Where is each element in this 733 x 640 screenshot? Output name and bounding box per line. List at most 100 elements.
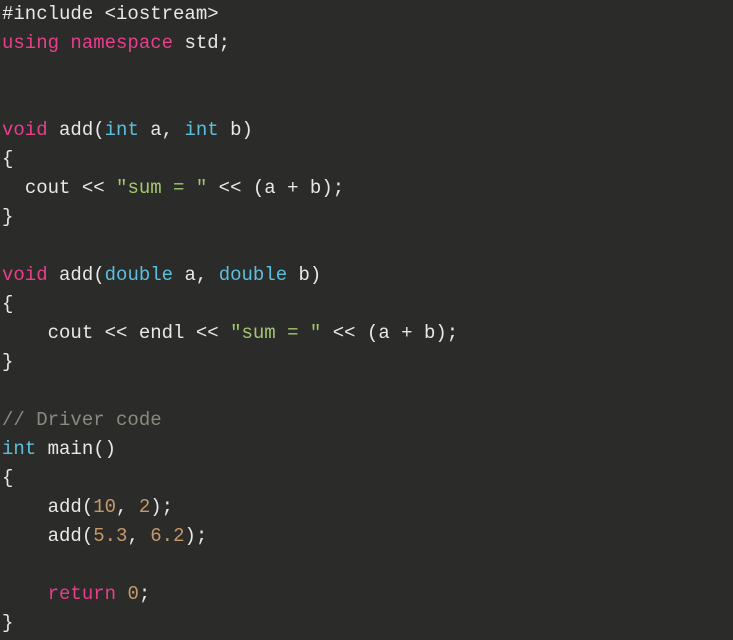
code-token-number: 6.2 — [150, 525, 184, 547]
code-line: cout << "sum = " << (a + b); — [2, 177, 344, 199]
code-token-ident: cout — [25, 177, 71, 199]
code-token-keyword: return — [48, 583, 116, 605]
code-line: } — [2, 612, 13, 634]
code-line: return 0; — [2, 583, 150, 605]
code-token-op: << — [333, 322, 356, 344]
code-token-default — [36, 438, 47, 460]
code-line: cout << endl << "sum = " << (a + b); — [2, 322, 458, 344]
code-line: { — [2, 293, 13, 315]
code-token-default — [2, 583, 48, 605]
code-token-default — [413, 322, 424, 344]
code-token-default — [173, 119, 184, 141]
code-token-number: 5.3 — [93, 525, 127, 547]
code-token-default — [48, 264, 59, 286]
code-line: void add(double a, double b) — [2, 264, 321, 286]
code-line: { — [2, 467, 13, 489]
code-token-op: << — [82, 177, 105, 199]
code-token-default — [2, 177, 25, 199]
code-token-ident: add — [48, 496, 82, 518]
code-token-number: 10 — [93, 496, 116, 518]
code-token-default — [2, 525, 48, 547]
code-token-default — [59, 32, 70, 54]
code-token-paren: ) — [321, 177, 332, 199]
code-token-brace: } — [2, 351, 13, 373]
code-token-type: double — [105, 264, 173, 286]
code-token-ident: b — [310, 177, 321, 199]
code-token-ident: a — [184, 264, 195, 286]
code-token-paren: ( — [93, 119, 104, 141]
code-line: } — [2, 351, 13, 373]
code-token-preproc: #include <iostream> — [2, 3, 219, 25]
code-token-default — [219, 119, 230, 141]
code-line: } — [2, 206, 13, 228]
code-token-keyword: void — [2, 119, 48, 141]
code-token-ident: b — [299, 264, 310, 286]
code-token-comment: // Driver code — [2, 409, 162, 431]
code-token-type: double — [219, 264, 287, 286]
code-token-op: + — [287, 177, 298, 199]
code-token-default — [2, 496, 48, 518]
code-token-ident: main — [48, 438, 94, 460]
code-line: add(10, 2); — [2, 496, 173, 518]
code-token-default — [356, 322, 367, 344]
code-token-default — [139, 525, 150, 547]
code-token-default — [207, 264, 218, 286]
code-token-op: + — [401, 322, 412, 344]
code-token-ident: b — [230, 119, 241, 141]
code-token-brace: } — [2, 612, 13, 634]
code-token-number: 0 — [127, 583, 138, 605]
code-token-default — [139, 119, 150, 141]
code-token-punct: ; — [333, 177, 344, 199]
code-token-paren: ) — [184, 525, 195, 547]
code-token-default — [390, 322, 401, 344]
code-line: // Driver code — [2, 409, 162, 431]
code-token-ident: std — [184, 32, 218, 54]
code-token-punct: ; — [139, 583, 150, 605]
code-token-ident: add — [59, 264, 93, 286]
code-token-default — [241, 177, 252, 199]
code-token-punct: , — [196, 264, 207, 286]
code-token-op: << — [219, 177, 242, 199]
code-token-punct: , — [162, 119, 173, 141]
code-token-default — [173, 32, 184, 54]
code-token-string: "sum = " — [116, 177, 207, 199]
code-token-type: int — [2, 438, 36, 460]
code-token-keyword: using — [2, 32, 59, 54]
code-token-default — [207, 177, 218, 199]
code-line: void add(int a, int b) — [2, 119, 253, 141]
code-token-keyword: namespace — [70, 32, 173, 54]
code-token-default — [127, 496, 138, 518]
code-token-default — [173, 264, 184, 286]
code-token-ident: cout — [48, 322, 94, 344]
code-token-default — [105, 177, 116, 199]
code-token-default — [48, 119, 59, 141]
code-token-default — [184, 322, 195, 344]
code-token-punct: ; — [219, 32, 230, 54]
code-token-ident: a — [378, 322, 389, 344]
code-line: #include <iostream> — [2, 3, 219, 25]
code-token-paren: ) — [435, 322, 446, 344]
code-token-op: << — [105, 322, 128, 344]
code-token-type: int — [184, 119, 218, 141]
code-token-punct: , — [116, 496, 127, 518]
code-token-default — [127, 322, 138, 344]
code-token-paren: ( — [93, 264, 104, 286]
code-token-default — [219, 322, 230, 344]
code-token-brace: { — [2, 293, 13, 315]
code-token-paren: ) — [150, 496, 161, 518]
code-token-default — [2, 322, 48, 344]
code-token-brace: { — [2, 148, 13, 170]
code-token-paren: ) — [310, 264, 321, 286]
code-token-paren: () — [93, 438, 116, 460]
code-token-ident: b — [424, 322, 435, 344]
code-token-paren: ( — [82, 525, 93, 547]
code-token-string: "sum = " — [230, 322, 321, 344]
code-token-ident: add — [59, 119, 93, 141]
code-token-paren: ) — [242, 119, 253, 141]
code-token-brace: { — [2, 467, 13, 489]
code-token-ident: add — [48, 525, 82, 547]
code-token-punct: , — [127, 525, 138, 547]
code-token-ident: a — [150, 119, 161, 141]
code-token-default — [276, 177, 287, 199]
code-token-paren: ( — [82, 496, 93, 518]
